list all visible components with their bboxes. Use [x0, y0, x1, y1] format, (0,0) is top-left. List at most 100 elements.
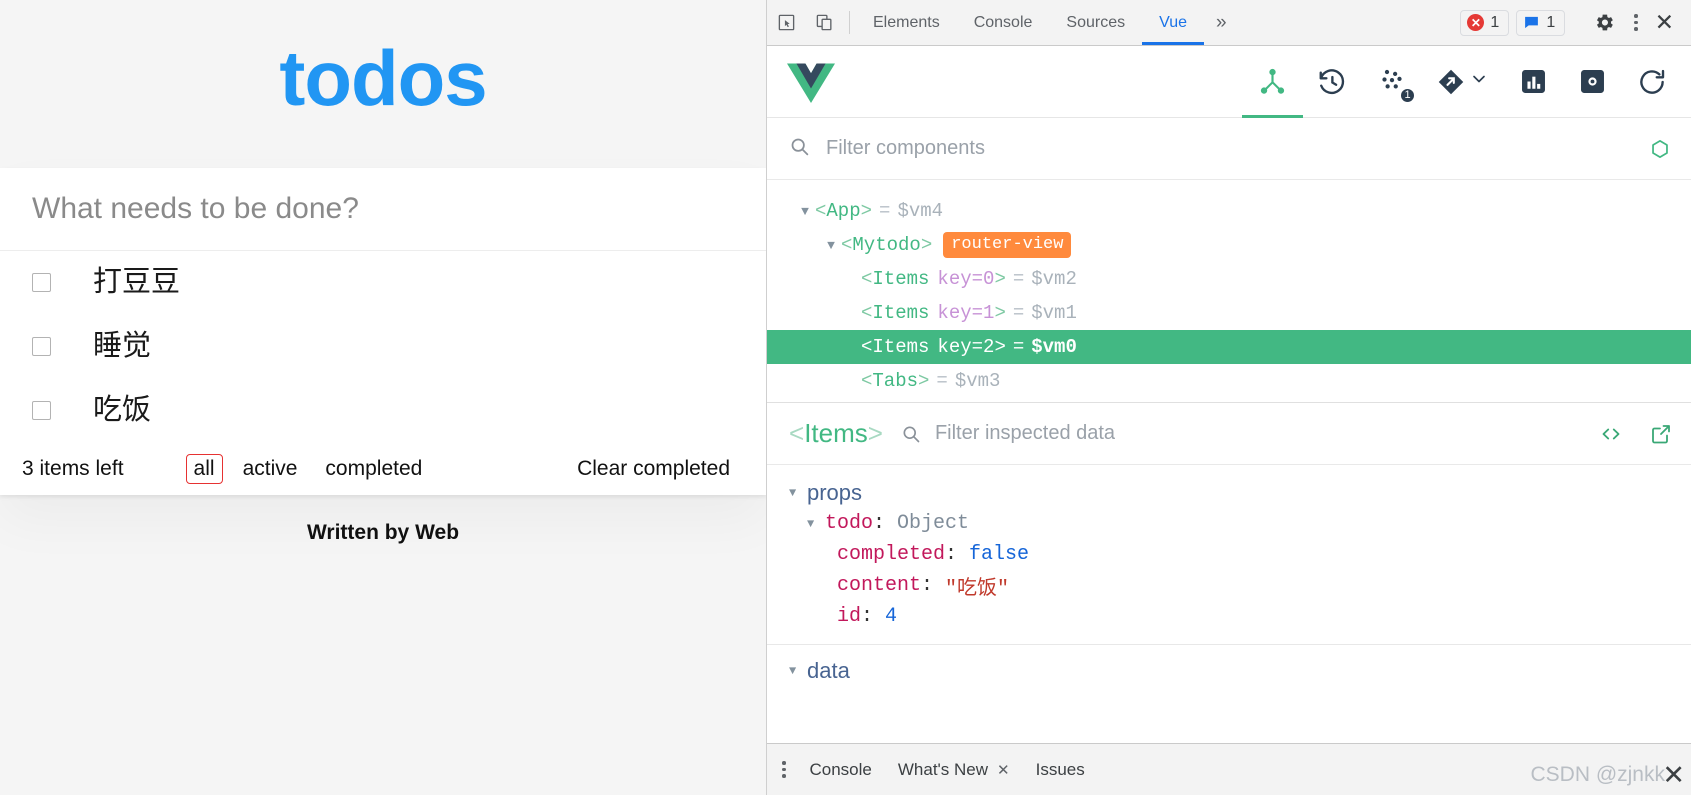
- tree-node-items-2-selected[interactable]: < Items key=2 > = $vm0: [767, 330, 1691, 364]
- drawer-tab-issues[interactable]: Issues: [1023, 760, 1098, 780]
- list-item[interactable]: 吃饭: [0, 378, 766, 443]
- tree-node-mytodo[interactable]: ▼ < Mytodo > router-view: [767, 228, 1691, 262]
- colon: :: [945, 543, 970, 566]
- filter-all[interactable]: all: [185, 453, 223, 484]
- tree-node-items-0[interactable]: < Items key=0 > = $vm2: [767, 262, 1691, 296]
- error-count-badge[interactable]: ✕ 1: [1460, 9, 1510, 36]
- more-tabs-icon[interactable]: »: [1204, 0, 1239, 45]
- new-todo-row: [0, 167, 766, 251]
- target-select-icon[interactable]: [1649, 138, 1671, 160]
- prop-value: false: [969, 543, 1030, 566]
- list-item[interactable]: 打豆豆: [0, 250, 766, 315]
- vm-ref: $vm4: [897, 200, 944, 222]
- drawer-tab-label: Issues: [1035, 759, 1085, 779]
- data-group-props[interactable]: ▼ props: [767, 477, 1691, 508]
- list-item[interactable]: 睡觉: [0, 314, 766, 379]
- close-icon[interactable]: ✕: [997, 761, 1010, 779]
- component-key: key=2: [937, 336, 995, 358]
- tag-open: <: [861, 370, 873, 392]
- tab-sources[interactable]: Sources: [1049, 0, 1142, 45]
- open-in-new-icon[interactable]: [1649, 422, 1673, 446]
- tab-console[interactable]: Console: [957, 0, 1050, 45]
- routes-tab[interactable]: [1435, 46, 1491, 118]
- settings-gear-icon[interactable]: [1585, 12, 1623, 33]
- todo-checkbox[interactable]: [32, 337, 51, 357]
- csdn-watermark: CSDN @zjnkk: [1530, 763, 1665, 786]
- colon: :: [873, 512, 898, 535]
- drawer-close-icon[interactable]: ✕: [1662, 760, 1685, 791]
- filter-group: all active completed: [185, 453, 431, 484]
- tree-node-app[interactable]: ▼ < App > = $vm4: [767, 194, 1691, 228]
- equals-sign: =: [936, 370, 948, 392]
- performance-tab[interactable]: [1517, 46, 1550, 118]
- filter-completed[interactable]: completed: [317, 454, 430, 484]
- app-screenshot: todos 打豆豆 睡觉 吃饭 3 item: [0, 0, 1691, 795]
- group-label: props: [807, 479, 863, 505]
- drawer-tab-whats-new[interactable]: What's New ✕: [885, 760, 1023, 780]
- prop-key: todo: [825, 512, 874, 535]
- tag-close: >: [994, 302, 1006, 324]
- group-label: data: [807, 657, 850, 683]
- drawer-more-icon[interactable]: [771, 761, 797, 778]
- more-options-icon[interactable]: [1623, 14, 1649, 31]
- data-row-content[interactable]: content: "吃饭": [767, 570, 1691, 601]
- data-row-id[interactable]: id: 4: [767, 601, 1691, 632]
- data-row-completed[interactable]: completed: false: [767, 539, 1691, 570]
- drawer-tab-console[interactable]: Console: [797, 760, 885, 780]
- message-count-badge[interactable]: 1: [1516, 9, 1566, 36]
- expand-arrow-icon[interactable]: ▼: [789, 486, 807, 500]
- tag-close: >: [860, 200, 873, 222]
- expand-arrow-icon[interactable]: ▼: [789, 664, 807, 678]
- component-name: Items: [872, 336, 930, 358]
- tab-elements[interactable]: Elements: [856, 0, 957, 45]
- devtools-topbar: Elements Console Sources Vue » ✕ 1 1 ✕: [767, 0, 1691, 46]
- todo-list: 打豆豆 睡觉 吃饭: [0, 250, 766, 443]
- vue-settings-tab[interactable]: [1576, 46, 1609, 118]
- refresh-button[interactable]: [1635, 46, 1669, 118]
- tab-vue[interactable]: Vue: [1142, 0, 1204, 45]
- device-toolbar-icon[interactable]: [805, 0, 843, 45]
- tag-close: >: [918, 370, 930, 392]
- todo-checkbox[interactable]: [32, 273, 51, 293]
- components-tree-tab[interactable]: [1242, 46, 1303, 118]
- timeline-tab[interactable]: [1315, 46, 1349, 118]
- data-group-data[interactable]: ▼ data: [767, 655, 1691, 686]
- expand-arrow-icon[interactable]: ▼: [807, 517, 825, 531]
- drawer-tab-label: What's New: [897, 759, 989, 779]
- filter-inspected-data-input[interactable]: [934, 422, 1585, 445]
- filter-components-input[interactable]: [826, 137, 1649, 160]
- code-brackets-icon[interactable]: [1599, 422, 1623, 446]
- component-name: App: [826, 200, 861, 222]
- pinia-tab[interactable]: 1: [1375, 46, 1416, 118]
- component-name: Items: [872, 302, 930, 324]
- component-name: Mytodo: [852, 234, 921, 256]
- data-row-todo[interactable]: ▼ todo: Object: [767, 508, 1691, 539]
- filter-active[interactable]: active: [235, 454, 306, 484]
- refresh-icon: [1640, 69, 1665, 94]
- history-clock-icon: [1319, 68, 1345, 94]
- bar-chart-icon: [1522, 70, 1545, 93]
- vue-tool-buttons: 1: [1242, 46, 1669, 118]
- prop-value: "吃饭": [945, 577, 1010, 601]
- todo-checkbox[interactable]: [32, 401, 51, 421]
- new-todo-input[interactable]: [0, 167, 420, 250]
- inspected-name-text: Items: [804, 418, 868, 448]
- expand-arrow-icon[interactable]: ▼: [795, 204, 815, 219]
- equals-sign: =: [1012, 302, 1025, 324]
- expand-arrow-icon[interactable]: ▼: [821, 238, 841, 253]
- tree-node-items-1[interactable]: < Items key=1 > = $vm1: [767, 296, 1691, 330]
- tag-open: <: [861, 336, 873, 358]
- error-count-label: 1: [1490, 13, 1500, 31]
- devtools-panel: Elements Console Sources Vue » ✕ 1 1 ✕ 1…: [766, 0, 1691, 795]
- close-devtools-icon[interactable]: ✕: [1649, 9, 1687, 36]
- inspected-data-pane: ▼ props ▼ todo: Object completed: false …: [767, 465, 1691, 743]
- components-tree-icon: [1260, 68, 1285, 94]
- tag-open: <: [861, 268, 873, 290]
- chevron-down-icon[interactable]: [1469, 69, 1489, 94]
- todo-label: 吃饭: [93, 394, 152, 427]
- vm-ref: $vm0: [1031, 336, 1077, 358]
- tree-node-tabs[interactable]: < Tabs > = $vm3: [767, 364, 1691, 398]
- clear-completed-button[interactable]: Clear completed: [577, 457, 736, 481]
- topbar-right-group: ✕ 1 1 ✕: [1460, 0, 1691, 45]
- inspect-element-icon[interactable]: [767, 0, 805, 45]
